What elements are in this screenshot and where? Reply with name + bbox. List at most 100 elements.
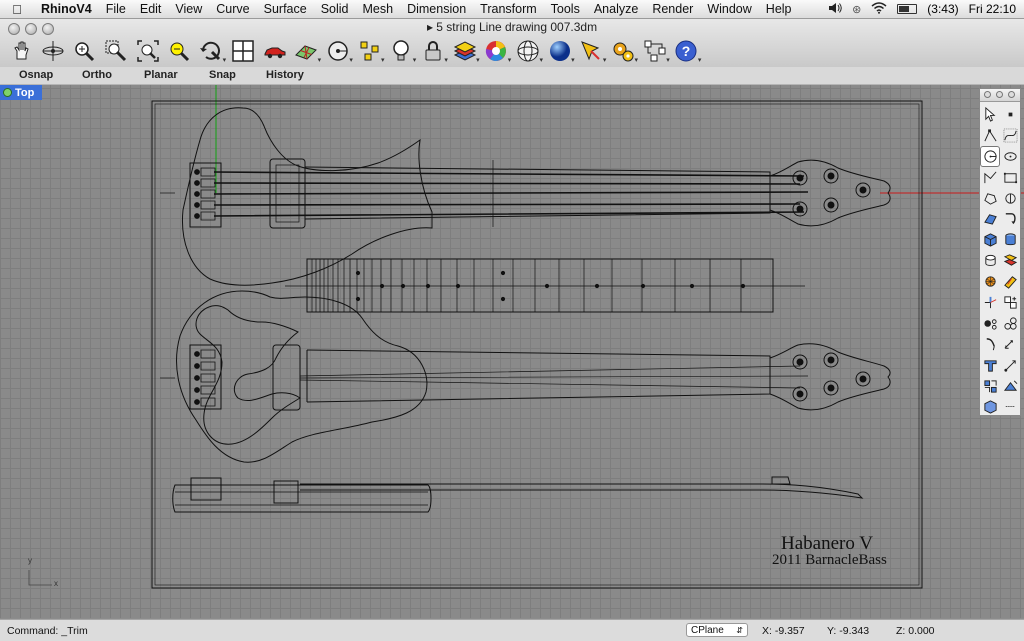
window-title-text: 5 string Line drawing 007.3dm <box>436 20 598 34</box>
layers-icon[interactable]: ▾ <box>450 37 480 65</box>
mesh-icon[interactable] <box>980 271 1000 292</box>
menu-tools[interactable]: Tools <box>544 2 587 16</box>
axis-y-label: y <box>28 556 32 565</box>
trim-icon[interactable] <box>980 292 1000 313</box>
split-icon[interactable] <box>1000 271 1020 292</box>
history-toggle[interactable]: History <box>266 69 304 81</box>
offset-icon[interactable] <box>1000 313 1020 334</box>
menu-view[interactable]: View <box>168 2 209 16</box>
grid-icon[interactable]: ▾ <box>291 37 321 65</box>
grouping-icon[interactable]: ▾ <box>640 37 670 65</box>
ellipse-icon[interactable] <box>1000 146 1020 167</box>
render-sphere-icon[interactable]: ▾ <box>545 37 575 65</box>
polygon-icon[interactable] <box>980 188 1000 209</box>
dropdown-arrow-icon: ▾ <box>349 57 353 64</box>
menu-solid[interactable]: Solid <box>314 2 356 16</box>
array-icon[interactable] <box>980 355 1000 376</box>
select-arrow-icon[interactable] <box>980 104 1000 125</box>
box-icon[interactable] <box>980 229 1000 250</box>
palette-more-icon[interactable] <box>1000 396 1020 417</box>
zoom-dynamic-icon[interactable] <box>69 37 99 65</box>
menu-file[interactable]: File <box>99 2 133 16</box>
dimension-icon[interactable] <box>1000 334 1020 355</box>
menu-surface[interactable]: Surface <box>257 2 314 16</box>
wifi-icon[interactable] <box>871 1 887 17</box>
polyline-icon[interactable] <box>980 125 1000 146</box>
move-icon[interactable] <box>1000 355 1020 376</box>
cube-view-icon[interactable] <box>980 396 1000 417</box>
gear-icon[interactable]: ▾ <box>608 37 638 65</box>
circle-center-icon[interactable]: ▾ <box>323 37 353 65</box>
volume-icon[interactable] <box>828 2 842 17</box>
ortho-toggle[interactable]: Ortho <box>82 69 112 81</box>
top-viewport[interactable]: Habanero V 2011 BarnacleBass y x <box>0 85 1024 618</box>
palette-titlebar[interactable] <box>980 89 1020 102</box>
dropdown-arrow-icon: ▾ <box>571 57 575 64</box>
color-wheel-icon[interactable]: ▾ <box>481 37 511 65</box>
menu-render[interactable]: Render <box>645 2 700 16</box>
rectangle-icon[interactable] <box>1000 167 1020 188</box>
cplane-select[interactable]: CPlane ⇵ <box>686 623 748 637</box>
rotate-view-icon[interactable] <box>38 37 68 65</box>
lightbulb-icon[interactable]: ▾ <box>386 37 416 65</box>
coord-y: Y: -9.343 <box>827 625 870 637</box>
scale-icon[interactable] <box>1000 376 1020 397</box>
sphere-icon[interactable]: ▾ <box>513 37 543 65</box>
text-icon[interactable] <box>980 334 1000 355</box>
circle-icon[interactable] <box>980 145 1000 167</box>
explode-icon[interactable] <box>980 313 1000 334</box>
status-bar: Command: _Trim CPlane ⇵ X: -9.357 Y: -9.… <box>0 619 1024 641</box>
zoom-selected-icon[interactable] <box>164 37 194 65</box>
four-viewports-icon[interactable] <box>228 37 258 65</box>
palette-zoom-button[interactable] <box>1008 91 1015 98</box>
dropdown-arrow-icon: ▾ <box>476 57 480 64</box>
battery-time: (3:43) <box>927 2 959 16</box>
osnap-toggle[interactable]: Osnap <box>19 69 53 81</box>
undo-view-icon[interactable]: ▾ <box>196 37 226 65</box>
fillet-icon[interactable] <box>1000 188 1020 209</box>
pan-icon[interactable] <box>6 37 36 65</box>
dropdown-arrow-icon: ▾ <box>666 57 670 64</box>
points-icon[interactable]: ▾ <box>355 37 385 65</box>
surface-icon[interactable] <box>980 208 1000 229</box>
paint-icon[interactable]: ▾ <box>576 37 606 65</box>
arc-icon[interactable] <box>980 167 1000 188</box>
menu-help[interactable]: Help <box>759 2 799 16</box>
window-titlebar: ▸ 5 string Line drawing 007.3dm ▾ ▾ ▾ ▾ … <box>0 19 1024 67</box>
boolean-icon[interactable] <box>1000 250 1020 271</box>
clock[interactable]: Fri 22:10 <box>969 2 1016 16</box>
menu-curve[interactable]: Curve <box>209 2 256 16</box>
menu-transform[interactable]: Transform <box>473 2 544 16</box>
apple-icon[interactable]:  <box>0 2 34 17</box>
menu-mesh[interactable]: Mesh <box>356 2 401 16</box>
mirror-icon[interactable] <box>980 376 1000 397</box>
curve-icon[interactable] <box>1000 125 1020 146</box>
car-render-icon[interactable] <box>260 37 290 65</box>
sheet-subtitle: 2011 BarnacleBass <box>772 552 887 568</box>
bluetooth-icon[interactable]: ⊛ <box>852 3 861 16</box>
lock-icon[interactable]: ▾ <box>418 37 448 65</box>
palette-close-button[interactable] <box>984 91 991 98</box>
window-title: ▸ 5 string Line drawing 007.3dm <box>0 20 1024 34</box>
zoom-extents-icon[interactable] <box>133 37 163 65</box>
menu-dimension[interactable]: Dimension <box>400 2 473 16</box>
help-icon[interactable]: ? ▾ <box>671 37 701 65</box>
extrude-icon[interactable] <box>980 250 1000 271</box>
point-icon[interactable] <box>1000 104 1020 125</box>
battery-icon[interactable] <box>897 4 918 14</box>
planar-toggle[interactable]: Planar <box>144 69 178 81</box>
snap-toggle[interactable]: Snap <box>209 69 236 81</box>
menu-app-name[interactable]: RhinoV4 <box>34 2 99 16</box>
cylinder-icon[interactable] <box>1000 229 1020 250</box>
revolve-icon[interactable] <box>1000 208 1020 229</box>
menu-window[interactable]: Window <box>700 2 758 16</box>
join-icon[interactable] <box>1000 292 1020 313</box>
menu-analyze[interactable]: Analyze <box>587 2 645 16</box>
viewport-tab-top[interactable]: Top <box>0 85 42 100</box>
palette-minimize-button[interactable] <box>996 91 1003 98</box>
viewport-name: Top <box>15 86 35 99</box>
menu-edit[interactable]: Edit <box>133 2 169 16</box>
dropdown-arrow-icon: ▾ <box>381 57 385 64</box>
command-line[interactable]: Command: _Trim <box>7 625 88 637</box>
zoom-window-icon[interactable] <box>101 37 131 65</box>
